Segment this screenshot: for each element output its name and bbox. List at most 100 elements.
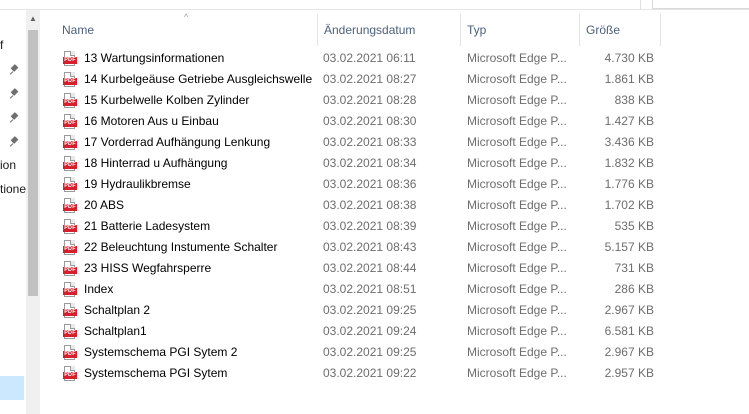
- scroll-up-arrow-icon[interactable]: ▲: [26, 14, 40, 23]
- file-name: Schaltplan1: [84, 324, 147, 338]
- file-size: 2.967 KB: [604, 303, 654, 317]
- file-row[interactable]: PDF 23 HISS Wegfahrsperre 03.02.2021 08:44…: [40, 258, 660, 279]
- file-size: 1.832 KB: [604, 156, 654, 170]
- pdf-file-icon: PDF: [63, 261, 77, 277]
- pin-icon: [10, 64, 22, 76]
- file-type: Microsoft Edge P...: [467, 135, 567, 149]
- pdf-file-icon: PDF: [63, 366, 77, 382]
- file-name: 13 Wartungsinformationen: [84, 51, 225, 65]
- file-name: Index: [84, 282, 114, 296]
- file-row[interactable]: PDF 16 Motoren Aus u Einbau 03.02.2021 08:…: [40, 111, 660, 132]
- file-type: Microsoft Edge P...: [467, 282, 567, 296]
- file-type: Microsoft Edge P...: [467, 51, 567, 65]
- file-size: 1.861 KB: [604, 72, 654, 86]
- file-type: Microsoft Edge P...: [467, 240, 567, 254]
- file-size: 6.581 KB: [604, 324, 654, 338]
- file-type: Microsoft Edge P...: [467, 219, 567, 233]
- file-row[interactable]: PDF Index 03.02.2021 08:51 Microsoft Edge P…: [40, 279, 660, 300]
- file-modified-date: 03.02.2021 08:27: [323, 72, 417, 86]
- column-header-type[interactable]: Typ: [461, 14, 580, 46]
- pdf-file-icon: PDF: [63, 72, 77, 88]
- file-size: 3.436 KB: [604, 135, 654, 149]
- file-modified-date: 03.02.2021 08:38: [323, 198, 417, 212]
- file-type: Microsoft Edge P...: [467, 72, 567, 86]
- file-type: Microsoft Edge P...: [467, 93, 567, 107]
- file-name: 19 Hydraulikbremse: [84, 177, 191, 191]
- pdf-file-icon: PDF: [63, 135, 77, 151]
- file-name: 16 Motoren Aus u Einbau: [84, 114, 219, 128]
- file-type: Microsoft Edge P...: [467, 156, 567, 170]
- column-header-date[interactable]: Änderungsdatum: [318, 14, 461, 46]
- file-row[interactable]: PDF 19 Hydraulikbremse 03.02.2021 08:36 Mic…: [40, 174, 660, 195]
- file-row[interactable]: PDF 22 Beleuchtung Instumente Schalter 03.…: [40, 237, 660, 258]
- pin-icon: [10, 88, 22, 100]
- pdf-file-icon: PDF: [63, 93, 77, 109]
- scrollbar-thumb[interactable]: [28, 30, 38, 296]
- nav-item-fragment[interactable]: tione: [0, 182, 26, 196]
- pin-icon: [10, 136, 22, 148]
- file-modified-date: 03.02.2021 08:51: [323, 282, 417, 296]
- column-header-size[interactable]: Größe: [580, 14, 661, 46]
- file-name: 18 Hinterrad u Aufhängung: [84, 156, 228, 170]
- pdf-file-icon: PDF: [63, 282, 77, 298]
- file-size: 535 KB: [614, 219, 654, 233]
- file-modified-date: 03.02.2021 08:28: [323, 93, 417, 107]
- file-modified-date: 03.02.2021 09:24: [323, 324, 417, 338]
- file-name: 17 Vorderrad Aufhängung Lenkung: [84, 135, 271, 149]
- file-type: Microsoft Edge P...: [467, 324, 567, 338]
- pin-icon: [10, 112, 22, 124]
- file-type: Microsoft Edge P...: [467, 303, 567, 317]
- file-size: 731 KB: [614, 261, 654, 275]
- pdf-file-icon: PDF: [63, 198, 77, 214]
- file-row[interactable]: PDF 14 Kurbelgeäuse Getriebe Ausgleichswe…: [40, 69, 660, 90]
- file-modified-date: 03.02.2021 09:25: [323, 345, 417, 359]
- pdf-file-icon: PDF: [63, 345, 77, 361]
- file-modified-date: 03.02.2021 08:30: [323, 114, 417, 128]
- file-row[interactable]: PDF Systemschema PGI Sytem 03.02.2021 09:2…: [40, 363, 660, 384]
- file-type: Microsoft Edge P...: [467, 177, 567, 191]
- file-row[interactable]: PDF 18 Hinterrad u Aufhängung 03.02.2021 0…: [40, 153, 660, 174]
- file-row[interactable]: PDF 17 Vorderrad Aufhängung Lenkung 03.02.…: [40, 132, 660, 153]
- file-row[interactable]: PDF Schaltplan1 03.02.2021 09:24 Microsoft …: [40, 321, 660, 342]
- nav-item-fragment[interactable]: f: [0, 38, 3, 52]
- file-size: 1.702 KB: [604, 198, 654, 212]
- pdf-file-icon: PDF: [63, 240, 77, 256]
- file-row[interactable]: PDF Systemschema PGI Sytem 2 03.02.2021 09…: [40, 342, 660, 363]
- pdf-file-icon: PDF: [63, 303, 77, 319]
- file-name: 20 ABS: [84, 198, 125, 212]
- file-size: 4.730 KB: [604, 51, 654, 65]
- pdf-file-icon: PDF: [63, 51, 77, 67]
- column-header-name[interactable]: Name: [56, 14, 318, 46]
- file-size: 838 KB: [614, 93, 654, 107]
- search-box[interactable]: [652, 0, 749, 9]
- nav-item-fragment[interactable]: ion: [0, 158, 16, 172]
- file-type: Microsoft Edge P...: [467, 261, 567, 275]
- file-size: 5.157 KB: [604, 240, 654, 254]
- toolbar-strip: [0, 0, 749, 10]
- file-row[interactable]: PDF 13 Wartungsinformationen 03.02.2021 06…: [40, 48, 660, 69]
- pdf-file-icon: PDF: [63, 177, 77, 193]
- file-type: Microsoft Edge P...: [467, 345, 567, 359]
- nav-scrollbar[interactable]: ▲: [26, 10, 40, 414]
- file-row[interactable]: PDF 15 Kurbelwelle Kolben Zylinder 03.02.2…: [40, 90, 660, 111]
- file-row[interactable]: PDF 21 Batterie Ladesystem 03.02.2021 08:3…: [40, 216, 660, 237]
- file-modified-date: 03.02.2021 09:25: [323, 303, 417, 317]
- column-headers: ^ Name Änderungsdatum Typ Größe: [40, 13, 749, 46]
- file-modified-date: 03.02.2021 08:33: [323, 135, 417, 149]
- file-row[interactable]: PDF Schaltplan 2 03.02.2021 09:25 Microsoft…: [40, 300, 660, 321]
- navigation-pane: f ion tione: [0, 10, 26, 414]
- file-size: 286 KB: [614, 282, 654, 296]
- file-modified-date: 03.02.2021 09:22: [323, 366, 417, 380]
- pdf-file-icon: PDF: [63, 114, 77, 130]
- file-size: 1.427 KB: [604, 114, 654, 128]
- file-name: 15 Kurbelwelle Kolben Zylinder: [84, 93, 250, 107]
- nav-item-selected[interactable]: [0, 376, 24, 400]
- file-modified-date: 03.02.2021 08:44: [323, 261, 417, 275]
- file-name: 14 Kurbelgeäuse Getriebe Ausgleichswelle: [84, 72, 313, 86]
- file-modified-date: 03.02.2021 08:34: [323, 156, 417, 170]
- file-size: 1.776 KB: [604, 177, 654, 191]
- file-name: Systemschema PGI Sytem 2: [84, 345, 238, 359]
- file-type: Microsoft Edge P...: [467, 366, 567, 380]
- file-modified-date: 03.02.2021 08:43: [323, 240, 417, 254]
- file-row[interactable]: PDF 20 ABS 03.02.2021 08:38 Microsoft Edge …: [40, 195, 660, 216]
